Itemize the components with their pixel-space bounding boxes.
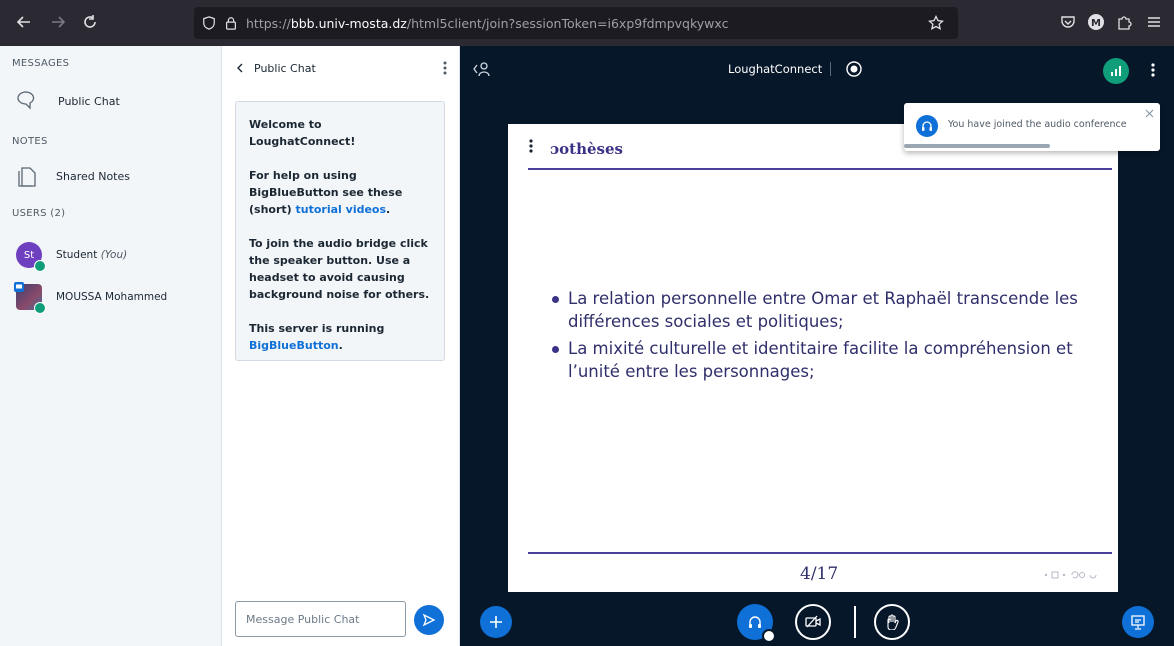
toast-progress-bar [904,144,1050,148]
screen: https://bbb.univ-mosta.dz/html5client/jo… [0,0,1174,646]
webcam-off-icon [805,615,821,628]
arrow-left-icon [16,16,30,28]
server-text: This server is running [249,322,385,335]
reload-icon [84,15,96,28]
send-icon [422,613,436,627]
actions-button[interactable] [480,606,512,638]
close-icon[interactable] [1145,109,1154,118]
presentation-icon [1131,615,1145,630]
shared-notes-item[interactable]: Shared Notes [16,161,212,191]
slide-header-rule [528,168,1112,170]
avatar-initials: St [23,249,35,261]
chat-message-input[interactable] [235,601,406,637]
account-button[interactable]: M [1084,10,1108,34]
you-suffix: (You) [100,249,128,261]
beamer-nav-icons [1042,570,1100,580]
audio-status-icon [34,302,46,314]
slide-bullet: La mixité culturelle et identitaire faci… [550,337,1090,383]
presenter-icon [14,282,24,292]
options-menu-icon[interactable] [1150,62,1156,78]
connection-status-button[interactable] [1103,58,1129,84]
avatar: St [16,242,46,272]
chevron-left-icon[interactable] [234,62,246,74]
control-divider [854,606,856,638]
bigbluebutton-link[interactable]: BigBlueButton [249,339,339,352]
address-bar[interactable]: https://bbb.univ-mosta.dz/html5client/jo… [194,7,958,39]
title-divider [830,62,831,76]
chat-bubbles-icon [17,91,35,110]
users-section-title: USERS (2) [12,208,66,219]
user-name: MOUSSA Mohammed [56,291,168,303]
presentation-slide[interactable]: ɔothèses La relation personnelle entre O… [508,124,1118,592]
url-host: bbb.univ-mosta.dz [290,15,407,31]
send-message-button[interactable] [414,605,444,635]
arrow-right-icon [52,16,66,28]
public-chat-panel: Public Chat Welcome to LoughatConnect! F… [222,46,460,646]
forward-button[interactable] [46,10,70,34]
slide-page-number: 4/17 [800,564,839,584]
audio-joined-toast: You have joined the audio conference [904,103,1160,151]
plus-icon [490,616,502,628]
toggle-presentation-button[interactable] [1122,606,1154,638]
share-webcam-button[interactable] [795,604,831,640]
svg-text:M: M [1091,18,1101,29]
signal-bars-icon [1111,66,1121,76]
puzzle-icon [1118,16,1132,30]
help-end: . [386,203,391,216]
url-prefix: https:// [246,15,291,31]
welcome-title: Welcome to LoughatConnect! [249,118,356,148]
url-text[interactable]: https://bbb.univ-mosta.dz/html5client/jo… [246,16,728,31]
raise-hand-button[interactable] [874,604,910,640]
chat-title[interactable]: Public Chat [254,62,316,75]
audio-status-icon [34,260,46,272]
avatar [14,282,46,314]
toggle-user-list-icon[interactable] [472,60,492,78]
chat-header: Public Chat [234,58,450,78]
slide-title: ɔothèses [550,140,623,158]
messages-section-title: MESSAGES [12,58,70,69]
server-end: . [338,339,343,352]
leave-audio-button[interactable] [737,604,776,643]
shield-icon[interactable] [202,16,216,30]
audio-settings-badge[interactable] [762,629,776,643]
presentation-area: LoughatConnect ɔothèses La relation pers… [460,46,1174,646]
bbb-app: MESSAGES Public Chat NOTES Shared Notes … [0,46,1174,646]
public-chat-label: Public Chat [58,94,120,108]
user-list-panel: MESSAGES Public Chat NOTES Shared Notes … [0,46,222,646]
back-button[interactable] [12,10,36,34]
slide-bullets: La relation personnelle entre Omar et Ra… [550,287,1090,387]
headphones-icon [749,616,761,628]
slide-options-icon[interactable] [528,138,534,154]
chat-options-icon[interactable] [442,60,448,76]
user-name: Student (You) [56,249,127,261]
user-name-text: Student [56,249,98,261]
tutorial-videos-link[interactable]: tutorial videos [296,203,387,216]
hamburger-icon [1148,17,1160,27]
shared-notes-label: Shared Notes [56,169,130,183]
headphones-icon [916,115,938,137]
user-list-item[interactable]: St Student (You) [16,238,216,272]
user-list-item[interactable]: MOUSSA Mohammed [14,280,216,314]
meeting-title: LoughatConnect [728,62,823,76]
hand-icon [887,614,899,630]
notes-section-title: NOTES [12,136,48,147]
welcome-message: Welcome to LoughatConnect! For help on u… [235,101,445,361]
browser-toolbar: https://bbb.univ-mosta.dz/html5client/jo… [0,0,1174,46]
slide-footer-rule [528,552,1112,554]
audio-instructions: To join the audio bridge click the speak… [249,237,430,301]
extensions-button[interactable] [1112,10,1136,34]
account-avatar-icon: M [1088,14,1104,30]
reload-button[interactable] [78,10,102,34]
recording-indicator-icon[interactable] [846,61,862,77]
pocket-icon [1061,16,1075,28]
bookmark-star-icon[interactable] [928,15,944,31]
notes-icon [18,167,36,187]
url-path: /html5client/join?sessionToken=i6xp9fdmp… [406,15,729,31]
toast-text: You have joined the audio conference [948,119,1127,130]
public-chat-item[interactable]: Public Chat [16,86,212,116]
slide-bullet: La relation personnelle entre Omar et Ra… [550,287,1090,333]
lock-icon[interactable] [224,16,238,30]
menu-button[interactable] [1142,10,1166,34]
pocket-button[interactable] [1056,10,1080,34]
